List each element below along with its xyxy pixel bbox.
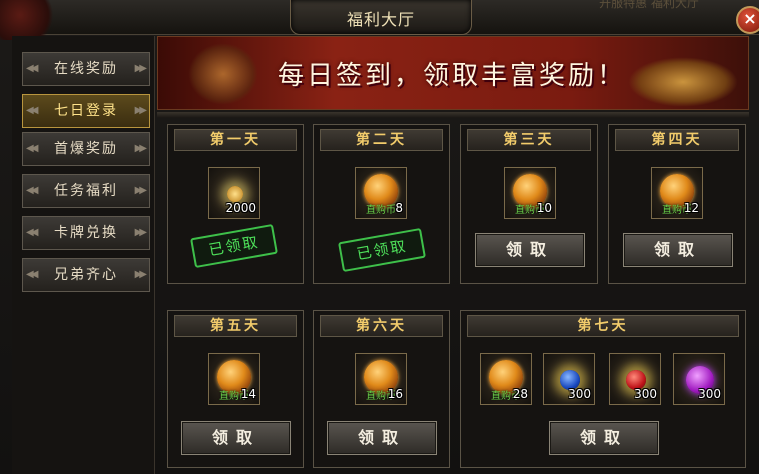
dragon-ornament-icon (0, 0, 60, 40)
claim-button[interactable]: 领取 (475, 233, 585, 267)
sidebar-item-first-drop-reward[interactable]: ◀◀ 首爆奖励 ▶▶ (22, 132, 150, 166)
reward-count: 28 (512, 387, 528, 401)
sidebar-item-card-exchange[interactable]: ◀◀ 卡牌兑换 ▶▶ (22, 216, 150, 250)
chevron-right-icon: ▶▶ (134, 105, 148, 116)
reward-slot[interactable]: 直购币 14 (208, 353, 260, 405)
chevron-left-icon: ◀◀ (26, 185, 39, 196)
chevron-right-icon: ▶▶ (134, 185, 148, 196)
day-panel-2: 第二天 直购币 8 已领取 (313, 124, 450, 284)
window-title: 福利大厅 (346, 10, 415, 29)
day-panel-5: 第五天 直购币 14 领取 (167, 310, 304, 468)
day-panel-7: 第七天 直购币 28 300 300 300 领取 (460, 310, 746, 468)
reward-count: 2000 (225, 201, 256, 215)
gold-coin-icon (227, 186, 243, 202)
sidebar-item-brotherhood[interactable]: ◀◀ 兄弟齐心 ▶▶ (22, 258, 150, 292)
reward-slot[interactable]: 2000 (208, 167, 260, 219)
day-title: 第四天 (615, 129, 739, 151)
reward-slot[interactable]: 直购币 28 (480, 353, 532, 405)
claim-button[interactable]: 领取 (623, 233, 733, 267)
chevron-right-icon: ▶▶ (134, 227, 148, 238)
reward-slot[interactable]: 300 (673, 353, 725, 405)
sidebar-item-label: 在线奖励 (54, 61, 118, 77)
sidebar-item-label: 首爆奖励 (54, 141, 118, 157)
title-frame: 福利大厅 (290, 0, 472, 35)
sidebar-item-label: 兄弟齐心 (54, 267, 118, 283)
welfare-hall-window: 开服特惠 福利大厅 福利大厅 × ◀◀ 在线奖励 ▶▶ ◀◀ 七日登录 ▶▶ ◀◀ 首爆奖… (0, 0, 759, 474)
chevron-right-icon: ▶▶ (134, 63, 148, 74)
reward-count: 16 (387, 387, 403, 401)
chevron-left-icon: ◀◀ (26, 227, 39, 238)
day-panel-4: 第四天 直购币 12 领取 (608, 124, 746, 284)
claimed-stamp: 已领取 (338, 227, 426, 273)
reward-count: 8 (395, 201, 403, 215)
day-panel-1: 第一天 2000 已领取 (167, 124, 304, 284)
dragon-statue-icon (188, 43, 258, 105)
day-title: 第二天 (320, 129, 443, 151)
reward-count: 300 (634, 387, 657, 401)
day-title: 第一天 (174, 129, 297, 151)
sidebar-item-label: 七日登录 (54, 103, 118, 119)
sidebar-item-label: 卡牌兑换 (54, 225, 118, 241)
reward-count: 300 (698, 387, 721, 401)
banner-text: 每日签到，领取丰富奖励！ (278, 61, 627, 91)
chevron-left-icon: ◀◀ (26, 63, 39, 74)
treasure-pile-icon (628, 57, 738, 107)
claim-button[interactable]: 领取 (181, 421, 291, 455)
reward-slot[interactable]: 直购币 8 (355, 167, 407, 219)
chevron-right-icon: ▶▶ (134, 269, 148, 280)
chevron-left-icon: ◀◀ (26, 143, 39, 154)
checkin-banner: 每日签到，领取丰富奖励！ (157, 36, 749, 110)
close-button[interactable]: × (736, 6, 759, 34)
reward-count: 12 (683, 201, 699, 215)
divider (157, 112, 749, 118)
chevron-left-icon: ◀◀ (26, 105, 39, 116)
reward-count: 300 (568, 387, 591, 401)
reward-slot[interactable]: 300 (543, 353, 595, 405)
sidebar-item-label: 任务福利 (54, 183, 118, 199)
claim-button[interactable]: 领取 (549, 421, 659, 455)
reward-slot[interactable]: 直购币 10 (504, 167, 556, 219)
reward-slot[interactable]: 300 (609, 353, 661, 405)
reward-count: 14 (240, 387, 256, 401)
reward-count: 10 (536, 201, 552, 215)
day-title: 第五天 (174, 315, 297, 337)
sidebar-item-seven-day-login[interactable]: ◀◀ 七日登录 ▶▶ (22, 94, 150, 128)
sidebar-item-online-reward[interactable]: ◀◀ 在线奖励 ▶▶ (22, 52, 150, 86)
day-panel-6: 第六天 直购币 16 领取 (313, 310, 450, 468)
sidebar-item-task-welfare[interactable]: ◀◀ 任务福利 ▶▶ (22, 174, 150, 208)
claimed-stamp: 已领取 (190, 223, 278, 269)
top-right-text: 开服特惠 福利大厅 (599, 0, 699, 10)
reward-slot[interactable]: 直购币 16 (355, 353, 407, 405)
sidebar: ◀◀ 在线奖励 ▶▶ ◀◀ 七日登录 ▶▶ ◀◀ 首爆奖励 ▶▶ ◀◀ 任务福利 ▶▶ ◀◀ 卡牌… (12, 36, 155, 474)
reward-slot[interactable]: 直购币 12 (651, 167, 703, 219)
day-title: 第七天 (467, 315, 739, 337)
chevron-left-icon: ◀◀ (26, 269, 39, 280)
claim-button[interactable]: 领取 (327, 421, 437, 455)
day-panel-3: 第三天 直购币 10 领取 (460, 124, 598, 284)
chevron-right-icon: ▶▶ (134, 143, 148, 154)
day-title: 第六天 (320, 315, 443, 337)
day-title: 第三天 (467, 129, 591, 151)
